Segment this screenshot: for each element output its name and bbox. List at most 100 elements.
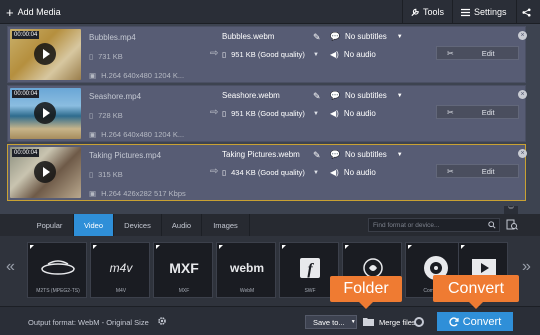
subtitles-dropdown[interactable]: 💬 No subtitles ▼	[330, 32, 403, 41]
speech-bubble-icon: 💬	[330, 150, 340, 159]
tab-devices[interactable]: Devices	[114, 214, 162, 236]
merge-files-toggle[interactable]	[414, 317, 424, 327]
settings-button[interactable]: Settings	[452, 0, 516, 24]
caret-down-icon: ▼	[396, 33, 403, 40]
scissors-icon: ✂	[447, 107, 454, 117]
output-file-name: Taking Pictures.webm	[222, 150, 300, 159]
film-icon: ▣	[89, 71, 97, 80]
add-media-button[interactable]: + Add Media	[0, 0, 70, 24]
source-file-name: Seashore.mp4	[89, 92, 142, 101]
blu-ray-logo-icon	[28, 255, 88, 281]
format-tile-webm[interactable]: webm WebM	[216, 242, 276, 298]
format-caption: M2TS (MPEG2-TS)	[36, 288, 80, 294]
scroll-left-icon[interactable]: «	[6, 258, 15, 276]
rename-pencil-icon[interactable]: ✎	[313, 32, 321, 43]
convert-callout: Convert	[433, 275, 519, 309]
speaker-icon: ◀)	[330, 168, 339, 177]
output-format-label: Output format: WebM - Original Size	[28, 318, 149, 327]
file-icon: ▯	[89, 52, 94, 61]
tile-corner-marker	[219, 245, 223, 249]
file-icon: ▯	[222, 50, 227, 59]
format-tile-mxf[interactable]: MXF MXF	[153, 242, 213, 298]
webm-logo: webm	[229, 261, 264, 275]
convert-refresh-icon	[449, 316, 459, 326]
video-thumbnail[interactable]: 00:00:04	[10, 29, 81, 80]
detect-device-icon[interactable]	[506, 218, 518, 230]
speaker-icon: ◀)	[330, 109, 339, 118]
file-row[interactable]: 00:00:04 Bubbles.mp4 ▯ 731 KB ▣ H.264 640x…	[7, 26, 527, 83]
merge-files-label: Merge files	[379, 318, 416, 327]
tab-video[interactable]: Video	[74, 214, 114, 236]
search-placeholder: Find format or device...	[373, 221, 440, 229]
tile-corner-marker	[345, 245, 349, 249]
tab-images[interactable]: Images	[202, 214, 250, 236]
subtitles-dropdown[interactable]: 💬 No subtitles ▼	[330, 150, 403, 159]
gear-icon[interactable]	[157, 316, 167, 326]
speaker-icon: ◀)	[330, 50, 339, 59]
format-tabs: Popular Video Devices Audio Images Find …	[0, 214, 540, 236]
scissors-icon: ✂	[447, 166, 454, 176]
remove-file-icon[interactable]: ×	[518, 31, 527, 40]
remove-file-icon[interactable]: ×	[518, 149, 527, 158]
arrow-right-icon: ⇨	[210, 48, 219, 59]
edit-button[interactable]: ✂ Edit	[436, 105, 519, 119]
folder-icon[interactable]	[363, 317, 374, 326]
caret-down-icon: ▼	[350, 319, 356, 325]
tab-audio[interactable]: Audio	[162, 214, 202, 236]
play-icon[interactable]	[34, 102, 56, 124]
caret-down-icon: ▼	[396, 151, 403, 158]
edit-button[interactable]: ✂ Edit	[436, 164, 519, 178]
rename-pencil-icon[interactable]: ✎	[313, 150, 321, 161]
tools-icon	[411, 8, 419, 16]
caret-down-icon: ▼	[396, 92, 403, 99]
audio-dropdown[interactable]: ◀) No audio	[330, 109, 376, 118]
source-file-size: ▯ 728 KB	[89, 111, 123, 120]
m4v-logo: m4v	[109, 261, 133, 275]
audio-dropdown[interactable]: ◀) No audio	[330, 168, 376, 177]
format-tile-m2ts[interactable]: M2TS (MPEG2-TS)	[27, 242, 87, 298]
output-size-dropdown[interactable]: ▯ 951 KB (Good quality) ▼	[222, 109, 319, 118]
convert-label: Convert	[462, 315, 502, 328]
remove-file-icon[interactable]: ×	[518, 90, 527, 99]
play-icon[interactable]	[34, 43, 56, 65]
audio-dropdown[interactable]: ◀) No audio	[330, 50, 376, 59]
convert-button[interactable]: Convert	[437, 312, 513, 331]
format-caption: WebM	[239, 288, 255, 294]
top-toolbar: + Add Media Tools Settings	[0, 0, 540, 24]
video-thumbnail[interactable]: 00:00:04	[10, 88, 81, 139]
share-icon	[522, 7, 531, 17]
format-search-input[interactable]: Find format or device...	[368, 218, 500, 232]
file-icon: ▯	[222, 168, 227, 177]
file-row[interactable]: 00:00:04 Seashore.mp4 ▯ 728 KB ▣ H.264 640…	[7, 85, 527, 142]
source-video-info: ▣ H.264 640x480 1204 K...	[89, 130, 185, 139]
output-size-dropdown[interactable]: ▯ 951 KB (Good quality) ▼	[222, 50, 319, 59]
scroll-right-icon[interactable]: »	[522, 258, 531, 276]
edit-button[interactable]: ✂ Edit	[436, 46, 519, 60]
arrow-right-icon: ⇨	[210, 107, 219, 118]
scissors-icon: ✂	[447, 48, 454, 58]
duration-badge: 00:00:04	[12, 90, 40, 98]
share-button[interactable]	[516, 0, 540, 24]
tools-button[interactable]: Tools	[402, 0, 452, 24]
add-media-label: Add Media	[17, 7, 61, 17]
save-to-label: Save to...	[313, 317, 345, 327]
save-to-dropdown[interactable]: Save to... ▼	[305, 315, 357, 329]
format-tile-m4v[interactable]: m4v M4V	[90, 242, 150, 298]
tile-corner-marker	[282, 245, 286, 249]
source-video-info: ▣ H.264 640x480 1204 K...	[89, 71, 185, 80]
folder-callout: Folder	[330, 276, 402, 309]
output-file-name: Seashore.webm	[222, 91, 280, 100]
file-row[interactable]: 00:00:04 Taking Pictures.mp4 ▯ 315 KB ▣ H.…	[7, 144, 527, 201]
mxf-logo: MXF	[169, 260, 199, 276]
tab-popular[interactable]: Popular	[26, 214, 74, 236]
speech-bubble-icon: 💬	[330, 91, 340, 100]
file-icon: ▯	[89, 170, 94, 179]
source-file-size: ▯ 731 KB	[89, 52, 123, 61]
tools-label: Tools	[422, 7, 444, 17]
play-icon[interactable]	[34, 161, 56, 183]
caret-down-icon: ▼	[312, 110, 319, 117]
rename-pencil-icon[interactable]: ✎	[313, 91, 321, 102]
video-thumbnail[interactable]: 00:00:04	[10, 147, 81, 198]
output-size-dropdown[interactable]: ▯ 434 KB (Good quality) ▼	[222, 168, 319, 177]
subtitles-dropdown[interactable]: 💬 No subtitles ▼	[330, 91, 403, 100]
